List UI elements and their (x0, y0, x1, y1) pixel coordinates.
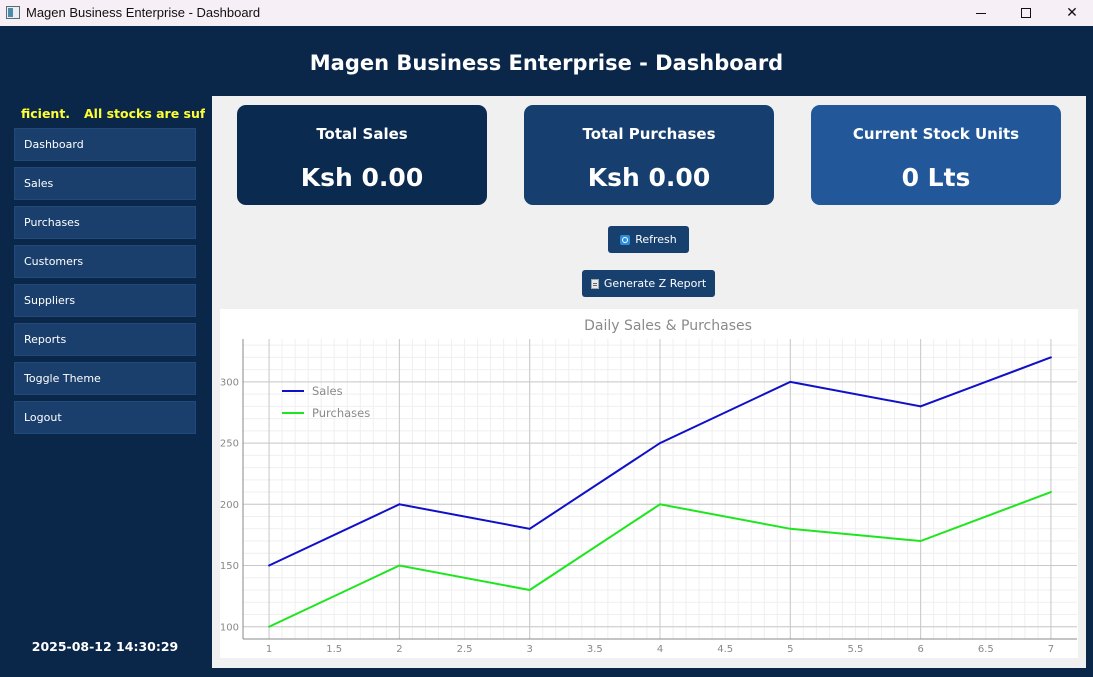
minimize-icon (976, 12, 986, 14)
window-titlebar: Magen Business Enterprise - Dashboard ✕ (0, 0, 1093, 26)
x-tick-label: 1.5 (326, 644, 342, 655)
sidebar-item-reports[interactable]: Reports (14, 323, 196, 356)
data-point-purchases (398, 564, 401, 567)
generate-z-report-button[interactable]: Generate Z Report (582, 270, 715, 297)
main-panel: Total Sales Ksh 0.00 Total Purchases Ksh… (212, 96, 1086, 668)
stock-units-value: 0 Lts (901, 163, 971, 192)
sidebar-item-customers[interactable]: Customers (14, 245, 196, 278)
total-sales-label: Total Sales (316, 125, 408, 143)
total-purchases-card: Total Purchases Ksh 0.00 (524, 105, 774, 205)
close-button[interactable]: ✕ (1049, 0, 1093, 26)
maximize-button[interactable] (1003, 0, 1049, 26)
data-point-sales (789, 380, 792, 383)
chart-svg: 1 1.5 2 2.5 3 3.5 4 4.5 5 5.5 6 6.5 7 100 150 200 250 300… (220, 318, 1077, 655)
total-purchases-value: Ksh 0.00 (587, 163, 711, 192)
x-tick-label: 2 (396, 644, 402, 655)
generate-z-report-label: Generate Z Report (603, 277, 707, 290)
page-title: Magen Business Enterprise - Dashboard (309, 51, 784, 75)
data-point-sales (268, 564, 271, 567)
y-tick-label: 300 (220, 377, 239, 388)
sidebar-item-dashboard[interactable]: Dashboard (14, 128, 196, 161)
sidebar-item-toggle-theme[interactable]: Toggle Theme (14, 362, 196, 395)
x-tick-label: 4 (657, 644, 663, 655)
refresh-button[interactable]: Refresh (608, 226, 689, 253)
data-point-purchases (1049, 491, 1052, 494)
close-icon: ✕ (1066, 5, 1078, 21)
y-tick-label: 250 (220, 439, 239, 450)
legend-label-sales: Sales (312, 384, 343, 398)
total-sales-card: Total Sales Ksh 0.00 (237, 105, 487, 205)
x-tick-label: 2.5 (457, 644, 473, 655)
sidebar-item-sales[interactable]: Sales (14, 167, 196, 200)
ticker-text-right: All stocks are suf (84, 106, 205, 121)
x-tick-label: 3.5 (587, 644, 603, 655)
chart-title: Daily Sales & Purchases (584, 318, 752, 334)
window-title: Magen Business Enterprise - Dashboard (26, 5, 261, 20)
data-point-sales (528, 527, 531, 530)
ticker-text-left: ficient. (21, 106, 71, 121)
y-tick-label: 100 (220, 622, 239, 633)
data-point-purchases (789, 527, 792, 530)
sidebar-item-purchases[interactable]: Purchases (14, 206, 196, 239)
stock-status-ticker: ficient. All stocks are suf (5, 106, 205, 124)
y-tick-label: 200 (220, 500, 239, 511)
datetime-display: 2025-08-12 14:30:29 (31, 639, 179, 654)
x-tick-label: 7 (1048, 644, 1054, 655)
data-point-sales (1049, 356, 1052, 359)
minimize-button[interactable] (958, 0, 1004, 26)
x-tick-label: 4.5 (717, 644, 733, 655)
y-tick-label: 150 (220, 561, 239, 572)
document-icon (590, 278, 599, 289)
app-icon (6, 6, 20, 19)
x-tick-label: 1 (266, 644, 272, 655)
x-tick-label: 6.5 (978, 644, 994, 655)
total-purchases-label: Total Purchases (582, 125, 716, 143)
sidebar-item-suppliers[interactable]: Suppliers (14, 284, 196, 317)
sidebar: ficient. All stocks are suf Dashboard Sa… (5, 96, 205, 668)
sales-purchases-chart: 1 1.5 2 2.5 3 3.5 4 4.5 5 5.5 6 6.5 7 100 150 200 250 300… (220, 309, 1078, 658)
total-sales-value: Ksh 0.00 (300, 163, 424, 192)
data-point-sales (919, 405, 922, 408)
refresh-label: Refresh (635, 233, 677, 246)
legend-label-purchases: Purchases (312, 406, 370, 420)
data-point-purchases (268, 625, 271, 628)
maximize-icon (1021, 8, 1031, 18)
data-point-purchases (659, 503, 661, 506)
data-point-purchases (528, 589, 531, 592)
data-point-purchases (919, 540, 922, 543)
x-tick-label: 6 (917, 644, 923, 655)
sidebar-item-logout[interactable]: Logout (14, 401, 196, 434)
stock-units-card: Current Stock Units 0 Lts (811, 105, 1061, 205)
x-tick-label: 3 (527, 644, 533, 655)
app-header: Magen Business Enterprise - Dashboard (0, 26, 1093, 96)
x-tick-label: 5 (787, 644, 793, 655)
data-point-sales (398, 503, 401, 506)
data-point-sales (659, 442, 661, 445)
refresh-icon (620, 234, 631, 245)
x-tick-label: 5.5 (848, 644, 864, 655)
stock-units-label: Current Stock Units (852, 125, 1020, 143)
